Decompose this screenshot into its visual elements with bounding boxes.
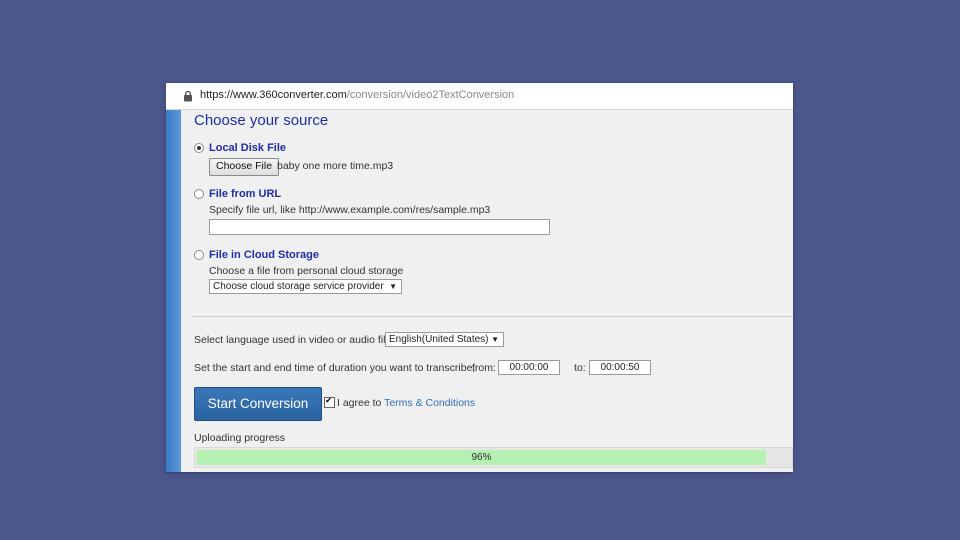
dropdown-arrow-icon: ▼ — [389, 282, 397, 291]
cloud-storage-label: File in Cloud Storage — [209, 249, 320, 261]
upload-progress-text: 96% — [471, 452, 492, 463]
local-disk-label: Local Disk File — [209, 142, 287, 154]
browser-window: https://www.360converter.com/conversion/… — [166, 83, 793, 472]
lock-icon — [184, 90, 192, 102]
from-label: from: — [472, 362, 496, 374]
start-time-input[interactable]: 00:00:00 — [498, 360, 560, 375]
url-path: /conversion/video2TextConversion — [346, 89, 515, 101]
progress-label: Uploading progress — [194, 432, 286, 444]
section-divider — [191, 316, 793, 317]
file-url-input[interactable] — [209, 219, 550, 235]
section-title: Choose your source — [194, 112, 329, 129]
selected-filename: baby one more time.mp3 — [277, 160, 394, 172]
radio-file-url[interactable] — [194, 189, 204, 199]
radio-local-disk[interactable] — [194, 143, 204, 153]
agree-prefix: I agree to — [337, 397, 385, 409]
radio-cloud-storage[interactable] — [194, 250, 204, 260]
to-label: to: — [574, 362, 586, 374]
end-time-input[interactable]: 00:00:50 — [589, 360, 651, 375]
start-conversion-button[interactable]: Start Conversion — [194, 387, 322, 421]
choose-file-button[interactable]: Choose File — [209, 158, 280, 176]
page-side-stripe — [166, 110, 181, 472]
agree-checkbox[interactable] — [324, 395, 335, 408]
dropdown-arrow-icon: ▼ — [491, 335, 499, 344]
upload-progress-bar: 96% — [194, 447, 793, 468]
url-host: https://www.360converter.com — [200, 89, 347, 101]
language-value: English(United States) — [389, 334, 489, 345]
cloud-storage-hint: Choose a file from personal cloud storag… — [209, 265, 404, 277]
language-select[interactable]: English(United States) ▼ — [385, 332, 504, 347]
file-url-hint: Specify file url, like http://www.exampl… — [209, 204, 491, 216]
file-url-label: File from URL — [209, 188, 282, 200]
conversion-form: Choose your source Local Disk File Choos… — [181, 110, 793, 472]
agree-text: I agree to Terms & Conditions — [337, 397, 475, 409]
duration-label: Set the start and end time of duration y… — [194, 362, 476, 374]
address-bar[interactable]: https://www.360converter.com/conversion/… — [166, 83, 793, 110]
cloud-provider-value: Choose cloud storage service provider — [213, 281, 384, 292]
terms-link[interactable]: Terms & Conditions — [384, 397, 475, 409]
language-label: Select language used in video or audio f… — [194, 334, 392, 346]
url-text[interactable]: https://www.360converter.com/conversion/… — [200, 89, 514, 101]
cloud-provider-select[interactable]: Choose cloud storage service provider ▼ — [209, 279, 402, 294]
